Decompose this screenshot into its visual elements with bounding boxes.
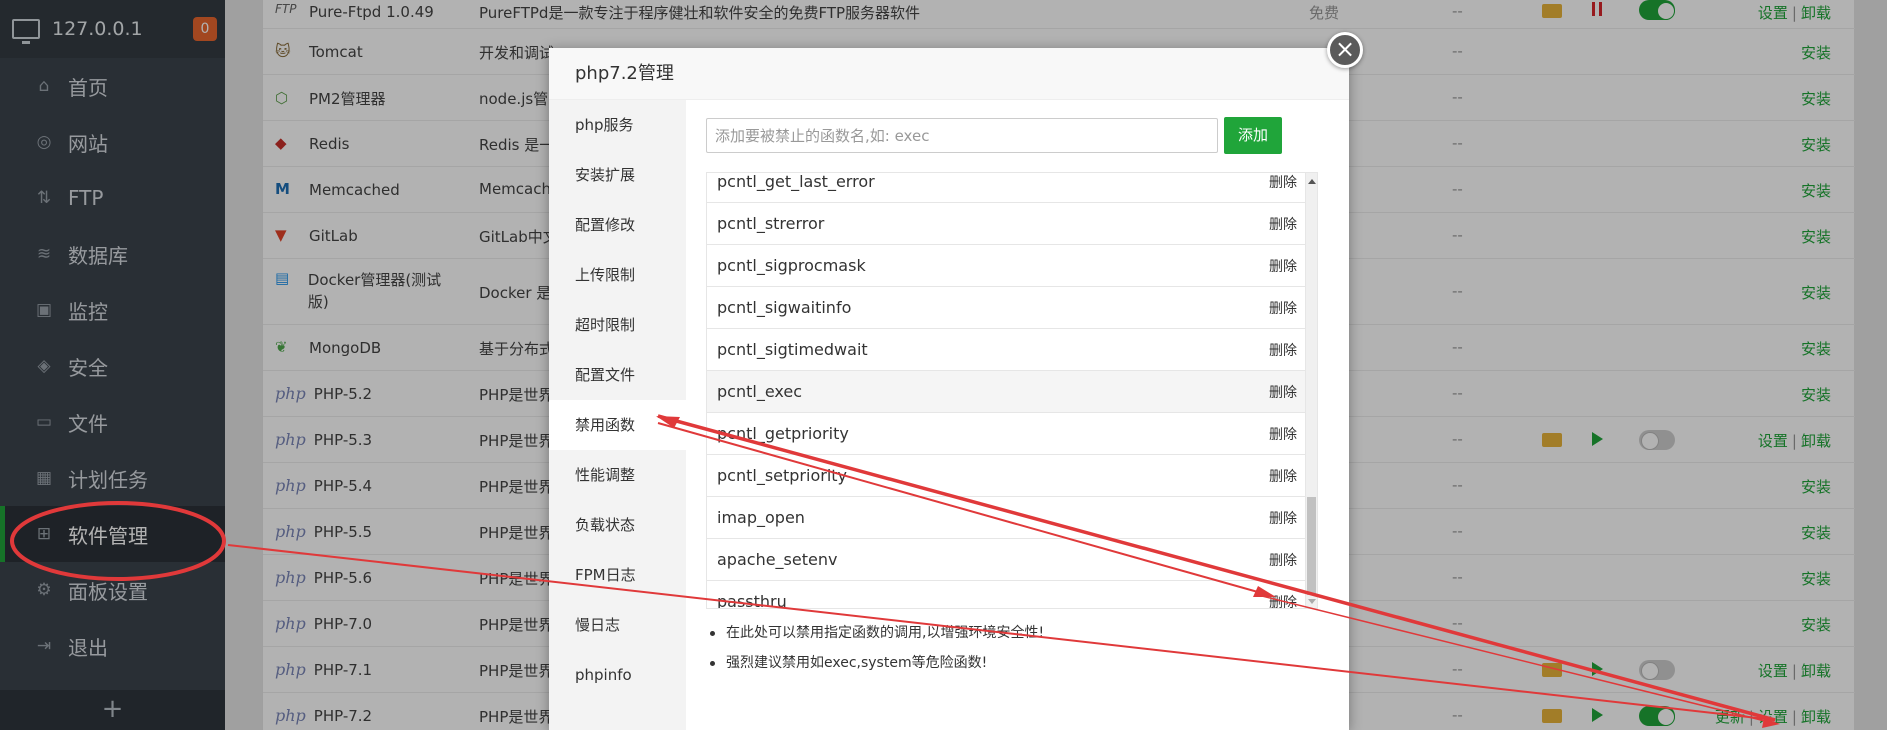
list-item: pcntl_sigtimedwait 删除 — [707, 329, 1307, 371]
menu-item-phpinfo[interactable]: phpinfo — [549, 650, 686, 700]
delete-link[interactable]: 删除 — [1269, 550, 1297, 570]
delete-link[interactable]: 删除 — [1269, 466, 1297, 486]
menu-item-slow-log[interactable]: 慢日志 — [549, 600, 686, 650]
delete-link[interactable]: 删除 — [1269, 340, 1297, 360]
list-item: apache_setenv 删除 — [707, 539, 1307, 581]
menu-item-config-file[interactable]: 配置文件 — [549, 350, 686, 400]
function-name-input[interactable] — [706, 118, 1218, 153]
menu-item-fpm-log[interactable]: FPM日志 — [549, 550, 686, 600]
menu-item-load-status[interactable]: 负载状态 — [549, 500, 686, 550]
list-item: pcntl_sigprocmask 删除 — [707, 245, 1307, 287]
menu-item-disabled-functions[interactable]: 禁用函数 — [549, 400, 686, 450]
disabled-functions-panel: 添加 pcntl_get_last_error删除 pcntl_strerror… — [686, 100, 1349, 730]
list-item: pcntl_strerror 删除 — [707, 203, 1307, 245]
delete-link[interactable]: 删除 — [1269, 214, 1297, 234]
scrollbar[interactable] — [1305, 173, 1317, 608]
menu-item-timeout-limit[interactable]: 超时限制 — [549, 300, 686, 350]
delete-link[interactable]: 删除 — [1269, 592, 1297, 609]
scroll-down-icon[interactable] — [1308, 599, 1316, 604]
list-item: pcntl_setpriority 删除 — [707, 455, 1307, 497]
list-item: imap_open 删除 — [707, 497, 1307, 539]
menu-item-upload-limit[interactable]: 上传限制 — [549, 250, 686, 300]
menu-item-install-extensions[interactable]: 安装扩展 — [549, 150, 686, 200]
function-list: pcntl_get_last_error 删除 pcntl_strerror 删除 … — [706, 172, 1318, 609]
delete-link[interactable]: 删除 — [1269, 298, 1297, 318]
list-item: passthru 删除 — [707, 581, 1307, 609]
scrollbar-thumb[interactable] — [1307, 497, 1316, 595]
delete-link[interactable]: 删除 — [1269, 424, 1297, 444]
list-item: pcntl_exec 删除 — [707, 371, 1307, 413]
dialog-menu: php服务 安装扩展 配置修改 上传限制 超时限制 配置文件 禁用函数 性能调整… — [549, 100, 686, 730]
dialog-title: php7.2管理 — [549, 48, 1349, 100]
tips-list: 在此处可以禁用指定函数的调用,以增强环境安全性! 强烈建议禁用如exec,sys… — [706, 618, 1044, 678]
delete-link[interactable]: 删除 — [1269, 256, 1297, 276]
list-item: pcntl_getpriority 删除 — [707, 413, 1307, 455]
list-item: pcntl_get_last_error 删除 — [707, 173, 1307, 203]
delete-link[interactable]: 删除 — [1269, 382, 1297, 402]
menu-item-php-service[interactable]: php服务 — [549, 100, 686, 150]
menu-item-config-edit[interactable]: 配置修改 — [549, 200, 686, 250]
delete-link[interactable]: 删除 — [1269, 508, 1297, 528]
close-icon[interactable]: × — [1327, 32, 1363, 68]
php-manage-dialog: php7.2管理 × php服务 安装扩展 配置修改 上传限制 超时限制 配置文… — [549, 32, 1363, 730]
add-button[interactable]: 添加 — [1224, 117, 1282, 154]
scroll-up-icon[interactable] — [1308, 179, 1316, 184]
list-item: pcntl_sigwaitinfo 删除 — [707, 287, 1307, 329]
tip-item: 在此处可以禁用指定函数的调用,以增强环境安全性! — [706, 618, 1044, 648]
menu-item-performance[interactable]: 性能调整 — [549, 450, 686, 500]
tip-item: 强烈建议禁用如exec,system等危险函数! — [706, 648, 1044, 678]
delete-link[interactable]: 删除 — [1269, 173, 1297, 192]
